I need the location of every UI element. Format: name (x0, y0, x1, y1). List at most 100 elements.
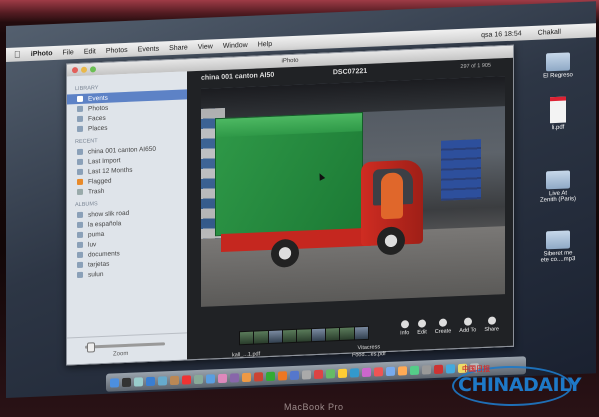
album-icon (77, 241, 83, 249)
watermark-chinese-text: 中国日报 (462, 366, 490, 373)
app-icon[interactable] (350, 367, 359, 378)
safari-icon[interactable] (146, 376, 155, 386)
watermark-text: CHINADAILY (458, 374, 581, 396)
faces-icon (77, 115, 83, 123)
app-icon[interactable] (362, 367, 371, 377)
menu-file[interactable]: File (63, 49, 74, 56)
menu-events[interactable]: Events (138, 45, 159, 53)
app-icon[interactable] (374, 366, 383, 377)
photo-viewer: china 001 canton AI50 DSC07221 297 of 1 … (187, 57, 513, 360)
thumbnail[interactable] (340, 327, 354, 340)
app-icon[interactable] (338, 368, 347, 378)
app-icon[interactable] (266, 371, 275, 381)
menubar-user[interactable]: Chakall (538, 28, 561, 36)
share-button[interactable]: Share (484, 316, 499, 333)
app-icon[interactable] (302, 369, 311, 380)
add-to-icon (463, 317, 472, 326)
photos-icon (77, 105, 83, 113)
menu-share[interactable]: Share (169, 44, 188, 52)
thumbnail[interactable] (297, 329, 311, 342)
desktop-file[interactable]: li.pdf (528, 96, 588, 133)
create-button[interactable]: Create (435, 318, 451, 335)
folder-icon (546, 170, 570, 190)
dashboard-icon[interactable] (122, 377, 131, 387)
menu-app-name[interactable]: iPhoto (31, 50, 53, 58)
menu-view[interactable]: View (198, 43, 213, 51)
ichat-icon[interactable] (158, 375, 167, 386)
apple-menu-icon[interactable]:  (14, 49, 21, 59)
album-icon (77, 251, 83, 259)
album-icon (77, 211, 83, 219)
china-daily-watermark: 中国日报 CHINADAILY (452, 360, 592, 406)
iphoto-window: iPhoto LIBRARY Events Photos Faces Place… (66, 44, 514, 366)
flag-icon (77, 178, 83, 186)
app-icon[interactable] (398, 365, 407, 376)
finder-icon[interactable] (110, 377, 119, 388)
app-icon[interactable] (326, 368, 335, 379)
album-icon (77, 231, 83, 239)
folder-icon (546, 230, 570, 250)
menubar-clock[interactable]: qsa 16 18:54 (481, 30, 521, 39)
desktop-folder[interactable]: Siberet me ete co....mp3 (528, 230, 588, 265)
mail-icon[interactable] (134, 376, 143, 387)
source-list: LIBRARY Events Photos Faces Places RECEN… (67, 71, 187, 365)
stacked-crates (441, 139, 481, 201)
app-icon[interactable] (314, 369, 323, 379)
app-icon[interactable] (422, 364, 431, 375)
address-book-icon[interactable] (170, 375, 179, 385)
driver (381, 172, 403, 220)
zoom-slider[interactable] (85, 342, 165, 349)
create-icon (439, 318, 448, 327)
pdf-icon (550, 96, 566, 124)
thumbnail[interactable] (268, 330, 282, 343)
menu-photos[interactable]: Photos (106, 46, 128, 54)
events-icon (77, 95, 83, 103)
album-icon (77, 261, 83, 269)
desktop-file-caption[interactable]: Vitacress Food....es.pdf (352, 344, 386, 359)
edit-button[interactable]: Edit (417, 319, 427, 336)
imovie-icon[interactable] (230, 372, 239, 383)
thumbnail[interactable] (282, 329, 297, 343)
app-icon[interactable] (386, 366, 395, 376)
thumbnail[interactable] (240, 331, 254, 345)
macbook-pro-label: MacBook Pro (284, 402, 344, 412)
import-icon (77, 158, 83, 166)
thumbnail[interactable] (354, 326, 368, 340)
add-to-button[interactable]: Add To (459, 317, 476, 334)
desktop-file-caption[interactable]: kall_...1.pdf (232, 351, 260, 359)
garageband-icon[interactable] (242, 372, 251, 382)
ical-icon[interactable] (182, 374, 191, 385)
folder-icon (546, 52, 570, 72)
menu-window[interactable]: Window (223, 41, 248, 49)
desktop-folder[interactable]: El Regreso (528, 52, 588, 81)
zoom-slider-knob[interactable] (87, 342, 95, 353)
menu-edit[interactable]: Edit (84, 48, 96, 56)
preview-icon[interactable] (194, 374, 203, 384)
thumbnail[interactable] (254, 331, 268, 344)
app-icon[interactable] (290, 370, 299, 380)
itunes-icon[interactable] (206, 373, 215, 384)
thumbnail[interactable] (325, 328, 340, 341)
app-icon[interactable] (434, 364, 443, 374)
edit-icon (418, 319, 427, 328)
thumbnail[interactable] (311, 328, 325, 342)
tricycle-photo[interactable] (201, 76, 505, 307)
filmstrip[interactable] (239, 325, 369, 346)
calendar-icon (77, 168, 83, 176)
album-icon (77, 221, 83, 229)
desktop-folder[interactable]: Live At Zenith (Paris) (528, 170, 588, 205)
app-icon[interactable] (254, 371, 263, 382)
green-cargo-box (215, 112, 363, 237)
info-button[interactable]: Info (400, 320, 409, 336)
trash-icon (77, 188, 83, 196)
event-icon (77, 148, 83, 156)
laptop-screen:  iPhoto File Edit Photos Events Share V… (6, 1, 596, 399)
app-icon[interactable] (278, 370, 287, 381)
info-icon (400, 320, 409, 329)
menu-help[interactable]: Help (258, 40, 272, 48)
places-icon (77, 125, 83, 133)
iphoto-icon[interactable] (218, 373, 227, 383)
zoom-bar: Zoom (67, 332, 187, 365)
app-icon[interactable] (410, 365, 419, 375)
bottom-toolbar: Info Edit Create Add To Share (400, 316, 499, 336)
